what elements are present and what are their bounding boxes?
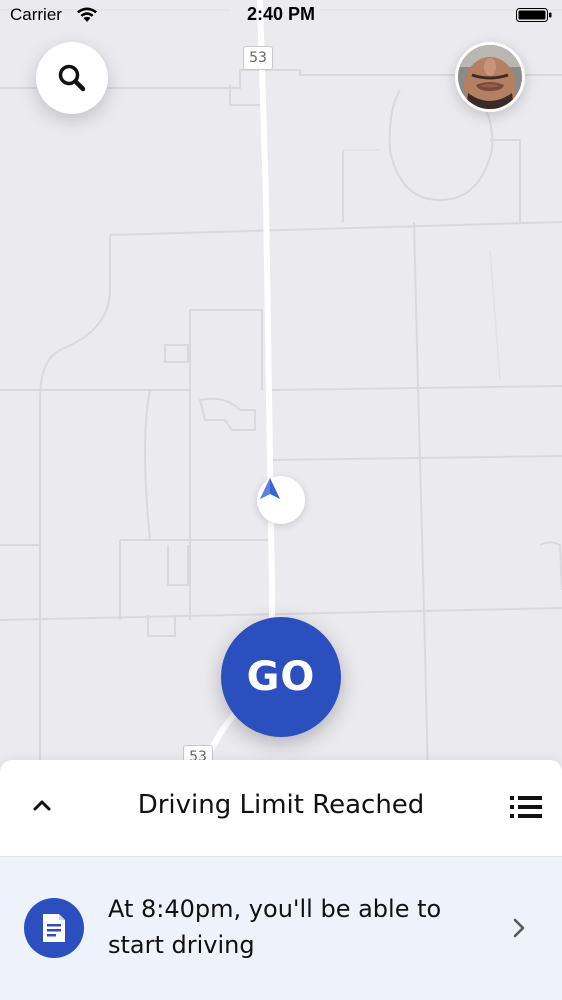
bottom-sheet: Driving Limit Reached At 8:40pm, you'll …: [0, 760, 562, 1000]
go-button-label: GO: [246, 654, 316, 700]
document-icon-badge: [24, 898, 84, 958]
search-button[interactable]: [36, 42, 108, 114]
document-icon: [43, 914, 65, 942]
driving-limit-message: At 8:40pm, you'll be able to start drivi…: [108, 895, 442, 959]
current-location-marker: [257, 476, 305, 524]
driving-limit-info-card[interactable]: At 8:40pm, you'll be able to start drivi…: [0, 856, 562, 1000]
sheet-title: Driving Limit Reached: [137, 790, 425, 820]
status-time: 2:40 PM: [246, 4, 316, 24]
avatar: [458, 45, 522, 109]
sheet-header: Driving Limit Reached: [0, 760, 562, 856]
battery-icon: [516, 8, 552, 22]
go-button[interactable]: GO: [221, 617, 341, 737]
list-icon[interactable]: [510, 794, 542, 820]
search-icon: [58, 64, 86, 92]
route-shield-top: 53: [243, 46, 273, 70]
status-bar: Carrier 2:40 PM: [0, 0, 562, 32]
chevron-right-icon: [513, 918, 525, 938]
navigation-arrow-icon: [260, 478, 280, 499]
profile-avatar-button[interactable]: [455, 42, 525, 112]
avatar-photo: [458, 45, 522, 109]
